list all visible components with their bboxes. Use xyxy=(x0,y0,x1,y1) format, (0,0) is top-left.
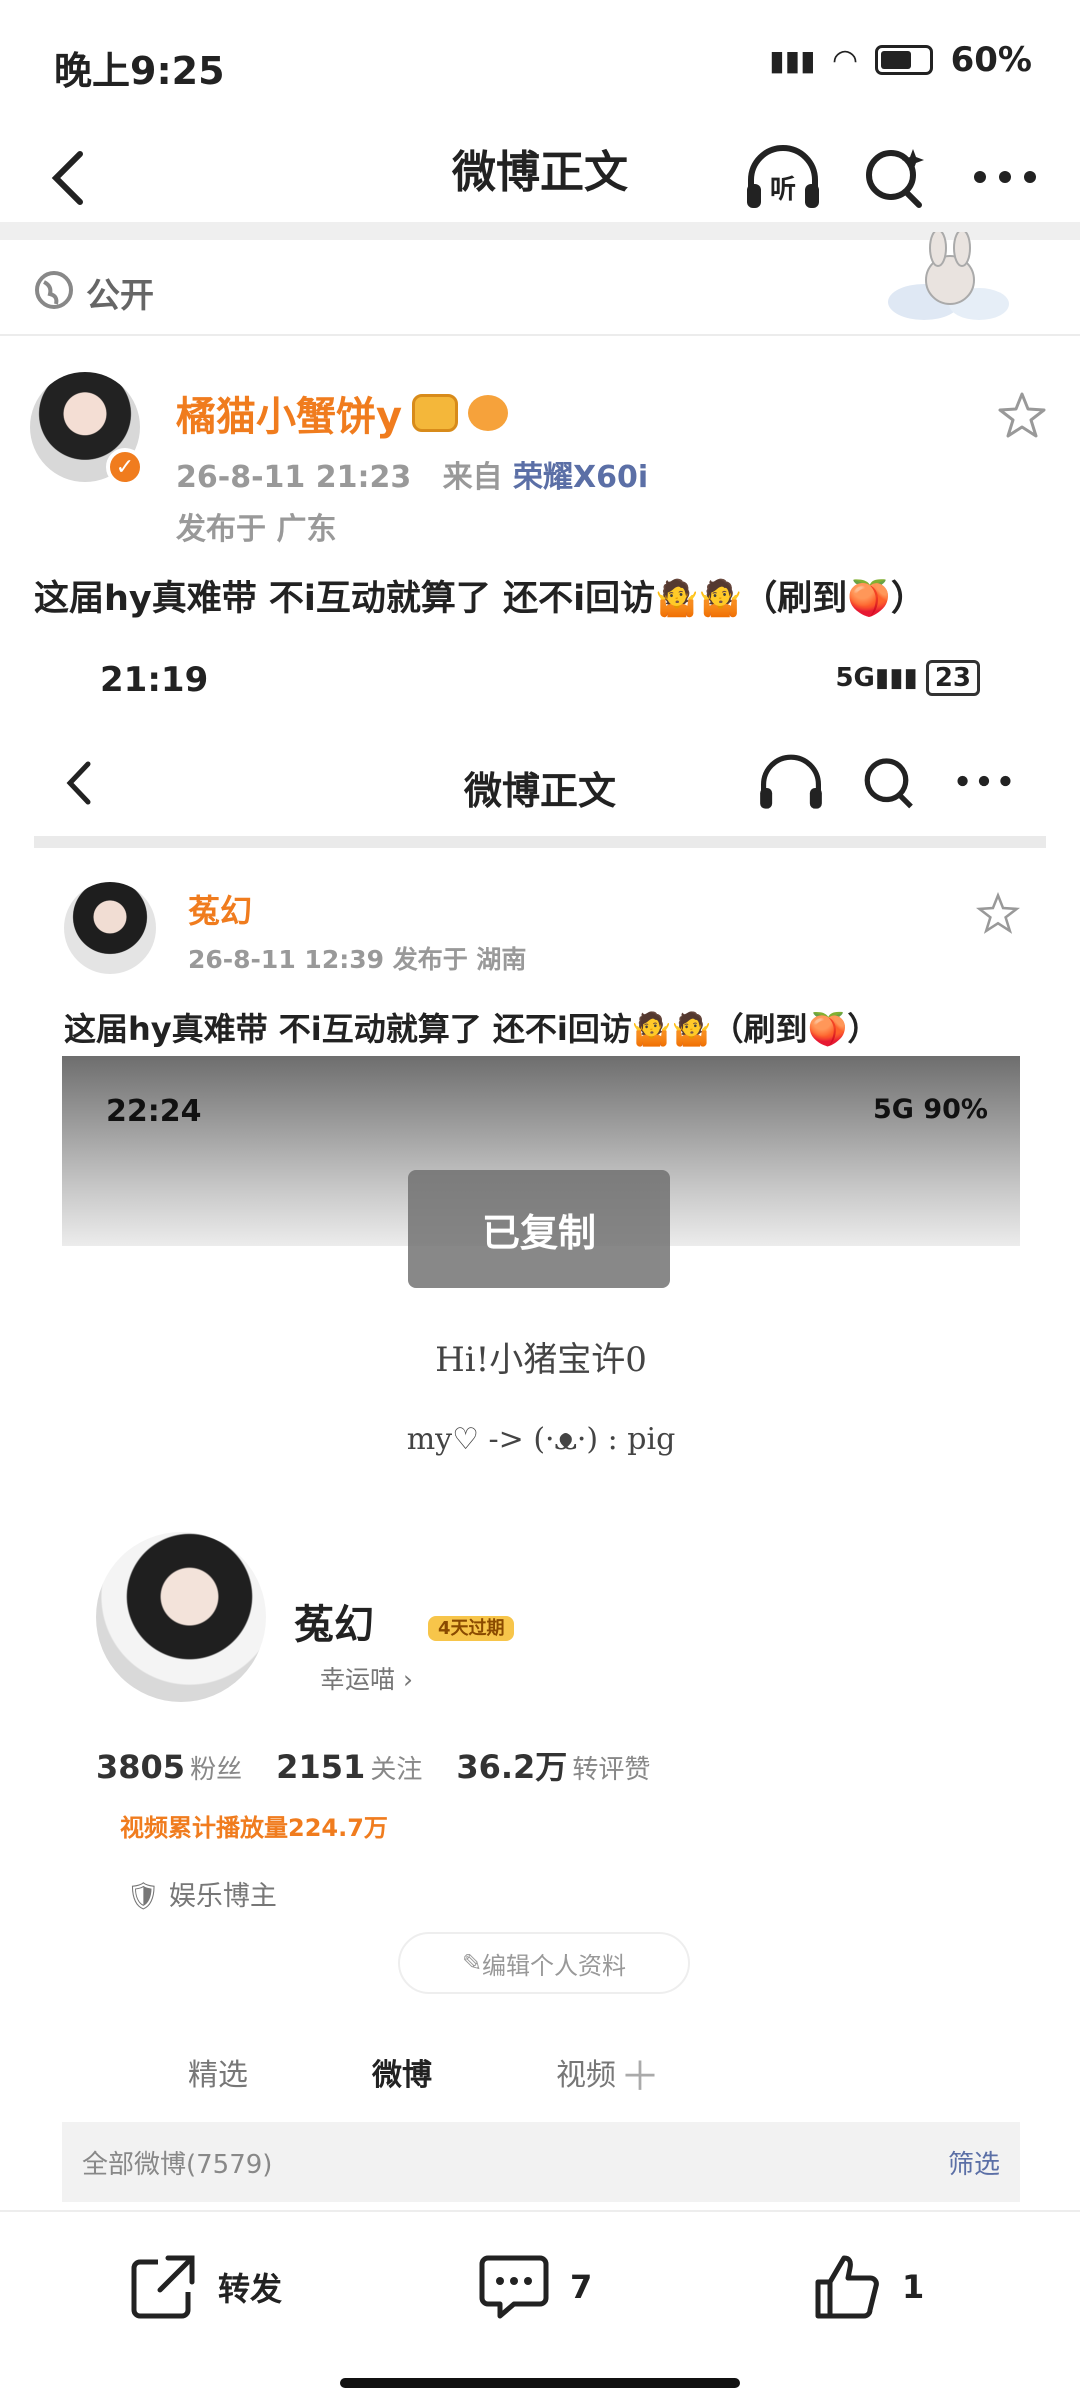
handwriting-line-2: my♡ -> (·ᴥ·) : pig xyxy=(406,1422,676,1457)
follow-count: 2151 xyxy=(276,1748,366,1786)
listen-button[interactable]: 听 xyxy=(738,134,828,220)
fans-label: 粉丝 xyxy=(190,1755,243,1785)
embedded-post-text: 这届hy真难带 不i互动就算了 还不i回访🤷🤷（刷到🍑） xyxy=(64,1010,880,1048)
profile-category: 🛡 娱乐博主 xyxy=(126,1881,277,1912)
status-bar: 晚上9:25 ▮▮▮ ◠ 60% xyxy=(0,0,1080,128)
author-avatar[interactable]: ✓ xyxy=(30,372,144,486)
profile-tabs: 精选 微博 视频 ＋ xyxy=(62,2040,1020,2120)
search-button[interactable] xyxy=(852,134,938,220)
embedded-author: 菟幻 xyxy=(188,892,253,930)
profile-stats: 3805 粉丝 2151 关注 36.2万 转评赞 xyxy=(96,1742,650,1788)
filter-row: 全部微博(7579) 筛选 xyxy=(62,2122,1020,2202)
interaction-count: 36.2万 xyxy=(456,1748,568,1786)
embedded-time: 21:19 xyxy=(100,660,209,700)
embedded-divider xyxy=(34,836,1046,848)
edit-profile-button: ✎ 编辑个人资料 xyxy=(398,1932,690,1994)
search-icon xyxy=(866,149,924,208)
embedded-headphones-icon xyxy=(760,754,822,809)
crown-badge-icon xyxy=(412,394,459,432)
like-count: 1 xyxy=(902,2268,925,2306)
signal-icon: ▮▮▮ xyxy=(769,43,816,77)
filter-label: 筛选 xyxy=(947,2150,1000,2180)
embedded-star-icon xyxy=(976,892,1020,934)
embedded-title: 微博正文 xyxy=(463,769,616,813)
embedded-more-icon xyxy=(957,775,1011,787)
repost-label: 转发 xyxy=(218,2270,283,2308)
status-right: ▮▮▮ ◠ 60% xyxy=(769,40,1032,80)
tab-featured: 精选 xyxy=(188,2058,248,2093)
profile-name-text: 菟幻 xyxy=(294,1602,374,1648)
add-tab-icon: ＋ xyxy=(620,2054,660,2100)
inner-screenshot: 22:24 5G 90% 已复制 Hi!小猪宝许0 my♡ -> (·ᴥ·) :… xyxy=(62,1056,1020,2202)
visibility-row: 公开 xyxy=(0,232,1080,336)
edit-profile-label: 编辑个人资料 xyxy=(482,1951,627,1980)
video-plays: 视频累计播放量224.7万 xyxy=(120,1814,388,1842)
more-icon xyxy=(974,171,1036,183)
pufferfish-badge-icon xyxy=(468,395,509,431)
verified-icon: ✓ xyxy=(106,448,144,486)
favorite-star-icon[interactable] xyxy=(996,390,1048,442)
inner-status: 5G 90% xyxy=(873,1094,988,1125)
copied-toast: 已复制 xyxy=(408,1170,670,1288)
post-text: 这届hy真难带 不i互动就算了 还不i回访🤷🤷（刷到🍑） xyxy=(34,579,926,619)
battery-percent: 60% xyxy=(950,40,1032,80)
comment-icon xyxy=(479,2255,549,2319)
globe-icon xyxy=(35,271,73,309)
embedded-battery: 23 xyxy=(925,660,980,696)
repost-icon xyxy=(131,2255,195,2319)
post-location: 发布于 广东 xyxy=(176,512,337,547)
profile-name: 菟幻 4天过期 xyxy=(294,1592,515,1650)
follow-label: 关注 xyxy=(370,1755,423,1785)
signal-5g-icon: 5G▮▮▮ xyxy=(835,663,918,693)
category-text: 娱乐博主 xyxy=(168,1881,277,1912)
embedded-avatar xyxy=(64,882,156,974)
comment-count: 7 xyxy=(570,2268,593,2306)
like-button[interactable]: 1 xyxy=(812,2252,924,2322)
home-indicator[interactable] xyxy=(340,2378,740,2388)
profile-avatar xyxy=(96,1532,266,1702)
interaction-label: 转评赞 xyxy=(572,1755,651,1785)
bunny-sticker-icon xyxy=(888,232,1009,320)
profile-lucky: 幸运喵 › xyxy=(320,1665,413,1694)
device-link[interactable]: 荣耀X60i xyxy=(513,460,648,495)
visibility-label: 公开 xyxy=(86,276,154,316)
svg-text:听: 听 xyxy=(770,175,796,205)
thumbs-up-icon xyxy=(815,2255,879,2319)
post-date: 26-8-11 21:23 xyxy=(176,460,412,495)
comment-button[interactable]: 7 xyxy=(478,2252,592,2322)
from-label: 来自 xyxy=(442,460,503,495)
embedded-meta: 26-8-11 12:39 发布于 湖南 xyxy=(188,945,527,974)
repost-button[interactable]: 转发 xyxy=(128,2252,282,2322)
author-name[interactable]: 橘猫小蟹饼y xyxy=(176,384,402,442)
more-button[interactable] xyxy=(960,134,1050,220)
handwriting-line-1: Hi!小猪宝许0 xyxy=(435,1340,647,1380)
wifi-icon: ◠ xyxy=(833,42,857,78)
headphones-icon: 听 xyxy=(747,145,819,208)
tab-video: 视频 xyxy=(556,2058,616,2093)
battery-icon xyxy=(874,45,933,75)
action-bar: 转发 7 1 xyxy=(0,2210,1080,2400)
app-header: 微博正文 听 xyxy=(0,128,1080,224)
embedded-search-icon xyxy=(864,758,913,809)
embedded-status: 5G▮▮▮ 23 xyxy=(835,660,980,696)
profile-vip-badge: 4天过期 xyxy=(427,1616,515,1641)
post-meta: 26-8-11 21:23 来自 荣耀X60i xyxy=(176,452,648,496)
author-name-row[interactable]: 橘猫小蟹饼y xyxy=(176,384,509,442)
tab-weibo: 微博 xyxy=(372,2058,432,2093)
all-weibo-label: 全部微博(7579) xyxy=(82,2150,273,2180)
status-time: 晚上9:25 xyxy=(54,49,225,93)
inner-time: 22:24 xyxy=(106,1094,202,1129)
fans-count: 3805 xyxy=(96,1748,186,1786)
